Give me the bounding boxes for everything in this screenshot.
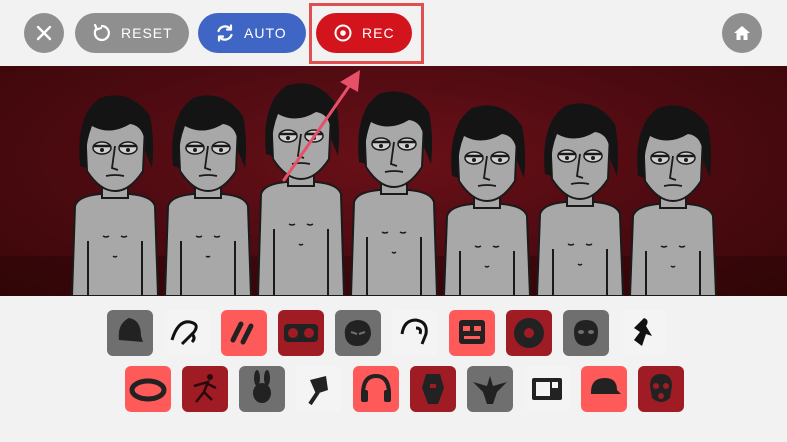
sound-tile-running-figure[interactable] [182, 366, 228, 412]
sound-tile-mask-face[interactable] [563, 310, 609, 356]
character-5[interactable] [442, 66, 532, 296]
top-toolbar: RESET AUTO REC [0, 0, 787, 66]
bell-shape-icon [118, 318, 143, 342]
double-slash-icon [230, 321, 254, 345]
sound-tile-magnifier[interactable] [296, 366, 342, 412]
sound-tile-coffin[interactable] [410, 366, 456, 412]
character-3[interactable] [256, 66, 346, 296]
wheel-icon [514, 318, 544, 348]
sound-tile-ring[interactable] [125, 366, 171, 412]
coffin-icon [422, 374, 444, 404]
record-highlight-box [309, 3, 424, 64]
sound-tile-tv-screen[interactable] [524, 366, 570, 412]
sound-tile-bird-head[interactable] [392, 310, 438, 356]
auto-button[interactable]: AUTO [198, 13, 306, 53]
dancer-icon [634, 318, 652, 346]
headphones-icon [361, 373, 391, 402]
sound-palette [0, 296, 787, 442]
tv-screen-icon [532, 378, 562, 400]
home-icon [734, 26, 750, 40]
sound-tile-bunny[interactable] [239, 366, 285, 412]
character-4[interactable] [349, 66, 439, 296]
squiggle-hook-icon [170, 320, 198, 346]
grumpy-face-icon [344, 320, 371, 346]
sound-tile-grumpy-face[interactable] [335, 310, 381, 356]
auto-label: AUTO [244, 25, 287, 41]
sound-tile-boombox[interactable] [278, 310, 324, 356]
sound-tile-eagle[interactable] [467, 366, 513, 412]
eagle-icon [473, 376, 507, 404]
character-6[interactable] [535, 66, 625, 296]
character-7[interactable] [628, 66, 718, 296]
reset-button[interactable]: RESET [75, 13, 189, 53]
sound-tile-dancer[interactable] [620, 310, 666, 356]
character-stage [0, 66, 787, 296]
sound-tile-bell-shape[interactable] [107, 310, 153, 356]
bunny-icon [253, 370, 271, 403]
reset-icon [91, 22, 113, 44]
mask-face-icon [574, 320, 598, 346]
bird-head-icon [400, 318, 428, 345]
character-1[interactable] [70, 66, 160, 296]
close-button[interactable] [24, 13, 64, 53]
running-figure-icon [193, 374, 217, 403]
sound-tile-wheel[interactable] [506, 310, 552, 356]
reset-label: RESET [121, 25, 173, 41]
boombox-icon [284, 324, 318, 342]
character-2[interactable] [163, 66, 253, 296]
sound-tile-cap[interactable] [581, 366, 627, 412]
cap-icon [591, 378, 621, 394]
sound-tile-headphones[interactable] [353, 366, 399, 412]
gasmask-icon [650, 374, 672, 402]
sound-tile-squiggle-hook[interactable] [164, 310, 210, 356]
magnifier-icon [308, 376, 328, 406]
sound-tile-double-slash[interactable] [221, 310, 267, 356]
sync-icon [214, 22, 236, 44]
robot-face-icon [459, 320, 485, 344]
close-icon [36, 25, 52, 41]
sound-tile-gasmask[interactable] [638, 366, 684, 412]
ring-icon [129, 378, 167, 402]
sound-tile-robot-face[interactable] [449, 310, 495, 356]
home-button[interactable] [722, 13, 762, 53]
app-root: RESET AUTO REC [0, 0, 787, 442]
